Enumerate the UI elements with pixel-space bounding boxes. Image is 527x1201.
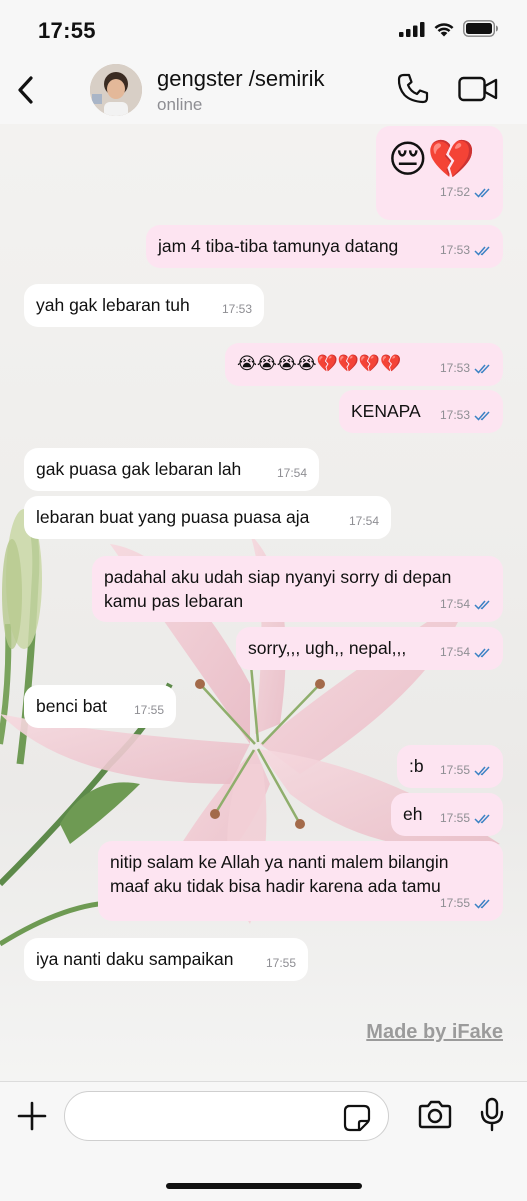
double-check-icon [474,599,490,610]
double-check-icon [474,363,490,374]
message-text: lebaran buat yang puasa puasa aja [36,507,310,527]
chat-header: gengster /semirik online [0,58,527,125]
plus-icon[interactable] [16,1100,48,1132]
double-check-icon [474,245,490,256]
message-time: 17:54 [276,466,307,480]
message-time: 17:55 [133,703,164,717]
message-bubble-incoming[interactable]: lebaran buat yang puasa puasa aja 17:54 [24,496,391,539]
message-text: nitip salam ke Allah ya nanti malem bila… [110,852,449,896]
battery-icon [463,20,498,37]
message-time: 17:54 [439,645,470,659]
message-bubble-outgoing[interactable]: 😔💔 17:52 [376,126,503,220]
status-bar: 17:55 [0,0,527,58]
message-bubble-incoming[interactable]: benci bat 17:55 [24,685,176,728]
message-time: 17:55 [439,763,470,777]
back-chevron-icon[interactable] [12,72,42,108]
message-text: sorry,,, ugh,, nepal,,, [248,638,407,658]
cellular-signal-icon [399,21,425,37]
message-time: 17:53 [439,361,470,375]
chat-area[interactable]: 😔💔 17:52 jam 4 tiba-tiba tamunya datang … [0,124,527,1081]
message-bubble-outgoing[interactable]: sorry,,, ugh,, nepal,,, 17:54 [236,627,503,670]
message-bubble-outgoing[interactable]: eh 17:55 [391,793,503,836]
double-check-icon [474,410,490,421]
contact-avatar[interactable] [90,64,142,116]
message-text: benci bat [36,696,108,716]
message-bubble-outgoing[interactable]: nitip salam ke Allah ya nanti malem bila… [98,841,503,921]
double-check-icon [474,647,490,658]
home-indicator [166,1183,362,1189]
message-text: jam 4 tiba-tiba tamunya datang [158,236,399,256]
message-text: 😭😭😭😭💔💔💔💔 [237,354,402,373]
phone-call-icon[interactable] [396,72,430,106]
double-check-icon [474,765,490,776]
message-text: gak puasa gak lebaran lah [36,459,242,479]
message-time: 17:53 [439,243,470,257]
message-text: iya nanti daku sampaikan [36,949,234,969]
message-time: 17:54 [439,597,470,611]
message-text: yah gak lebaran tuh [36,295,190,315]
message-time: 17:53 [439,408,470,422]
message-bubble-incoming[interactable]: gak puasa gak lebaran lah 17:54 [24,448,319,491]
video-call-icon[interactable] [458,76,498,102]
message-text: KENAPA [351,401,421,421]
message-time: 17:53 [221,302,252,316]
message-input[interactable] [64,1091,389,1141]
double-check-icon [474,898,490,909]
double-check-icon [474,187,490,198]
message-bubble-incoming[interactable]: iya nanti daku sampaikan 17:55 [24,938,308,981]
message-text: eh [403,804,423,824]
message-time: 17:54 [348,514,379,528]
message-time: 17:52 [439,185,470,199]
sticker-icon[interactable] [343,1104,371,1132]
message-time: 17:55 [439,811,470,825]
message-input-bar [0,1081,527,1201]
message-bubble-incoming[interactable]: yah gak lebaran tuh 17:53 [24,284,264,327]
message-text: :b [409,756,424,776]
message-bubble-outgoing[interactable]: 😭😭😭😭💔💔💔💔 17:53 [225,343,503,386]
contact-name[interactable]: gengster /semirik [157,66,325,92]
status-icons [399,20,499,37]
camera-icon[interactable] [418,1099,452,1129]
microphone-icon[interactable] [479,1097,505,1133]
message-text: padahal aku udah siap nyanyi sorry di de… [104,567,452,611]
message-bubble-outgoing[interactable]: padahal aku udah siap nyanyi sorry di de… [92,556,503,622]
status-time: 17:55 [38,18,96,43]
contact-status: online [157,95,203,114]
message-bubble-outgoing[interactable]: KENAPA 17:53 [339,390,503,433]
message-time: 17:55 [265,956,296,970]
message-bubble-outgoing[interactable]: jam 4 tiba-tiba tamunya datang 17:53 [146,225,503,268]
message-time: 17:55 [439,896,470,910]
double-check-icon [474,813,490,824]
message-bubble-outgoing[interactable]: :b 17:55 [397,745,503,788]
watermark-link[interactable]: Made by iFake [366,1021,503,1044]
wifi-icon [434,22,454,36]
